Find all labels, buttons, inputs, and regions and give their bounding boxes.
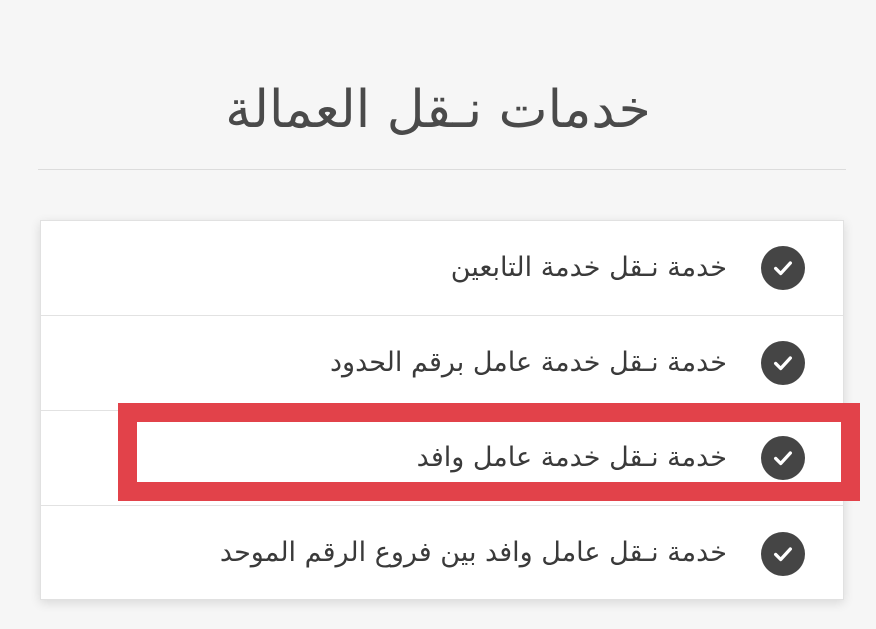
list-item-label: خدمة نـقل خدمة عامل برقم الحدود: [330, 346, 727, 378]
page-title: خدمات نـقل العمالة: [225, 79, 651, 140]
check-circle-icon: [761, 341, 805, 385]
title-divider: [38, 169, 846, 170]
list-item-branch-transfer[interactable]: خدمة نـقل عامل وافد بين فروع الرقم الموح…: [41, 506, 843, 601]
list-item-label: خدمة نـقل عامل وافد بين فروع الرقم الموح…: [219, 537, 727, 569]
list-item-border-number-transfer[interactable]: خدمة نـقل خدمة عامل برقم الحدود: [41, 316, 843, 411]
list-item-dependents-transfer[interactable]: خدمة نـقل خدمة التابعين: [41, 221, 843, 316]
list-item-label: خدمة نـقل خدمة عامل وافد: [416, 441, 727, 473]
list-item-label: خدمة نـقل خدمة التابعين: [450, 251, 727, 283]
list-item-expat-worker-transfer[interactable]: خدمة نـقل خدمة عامل وافد: [41, 411, 843, 506]
services-list: خدمة نـقل خدمة التابعين خدمة نـقل خدمة ع…: [40, 220, 844, 600]
check-circle-icon: [761, 246, 805, 290]
check-circle-icon: [761, 436, 805, 480]
check-circle-icon: [761, 531, 805, 576]
service-page: خدمات نـقل العمالة خدمة نـقل خدمة التابع…: [0, 0, 876, 629]
